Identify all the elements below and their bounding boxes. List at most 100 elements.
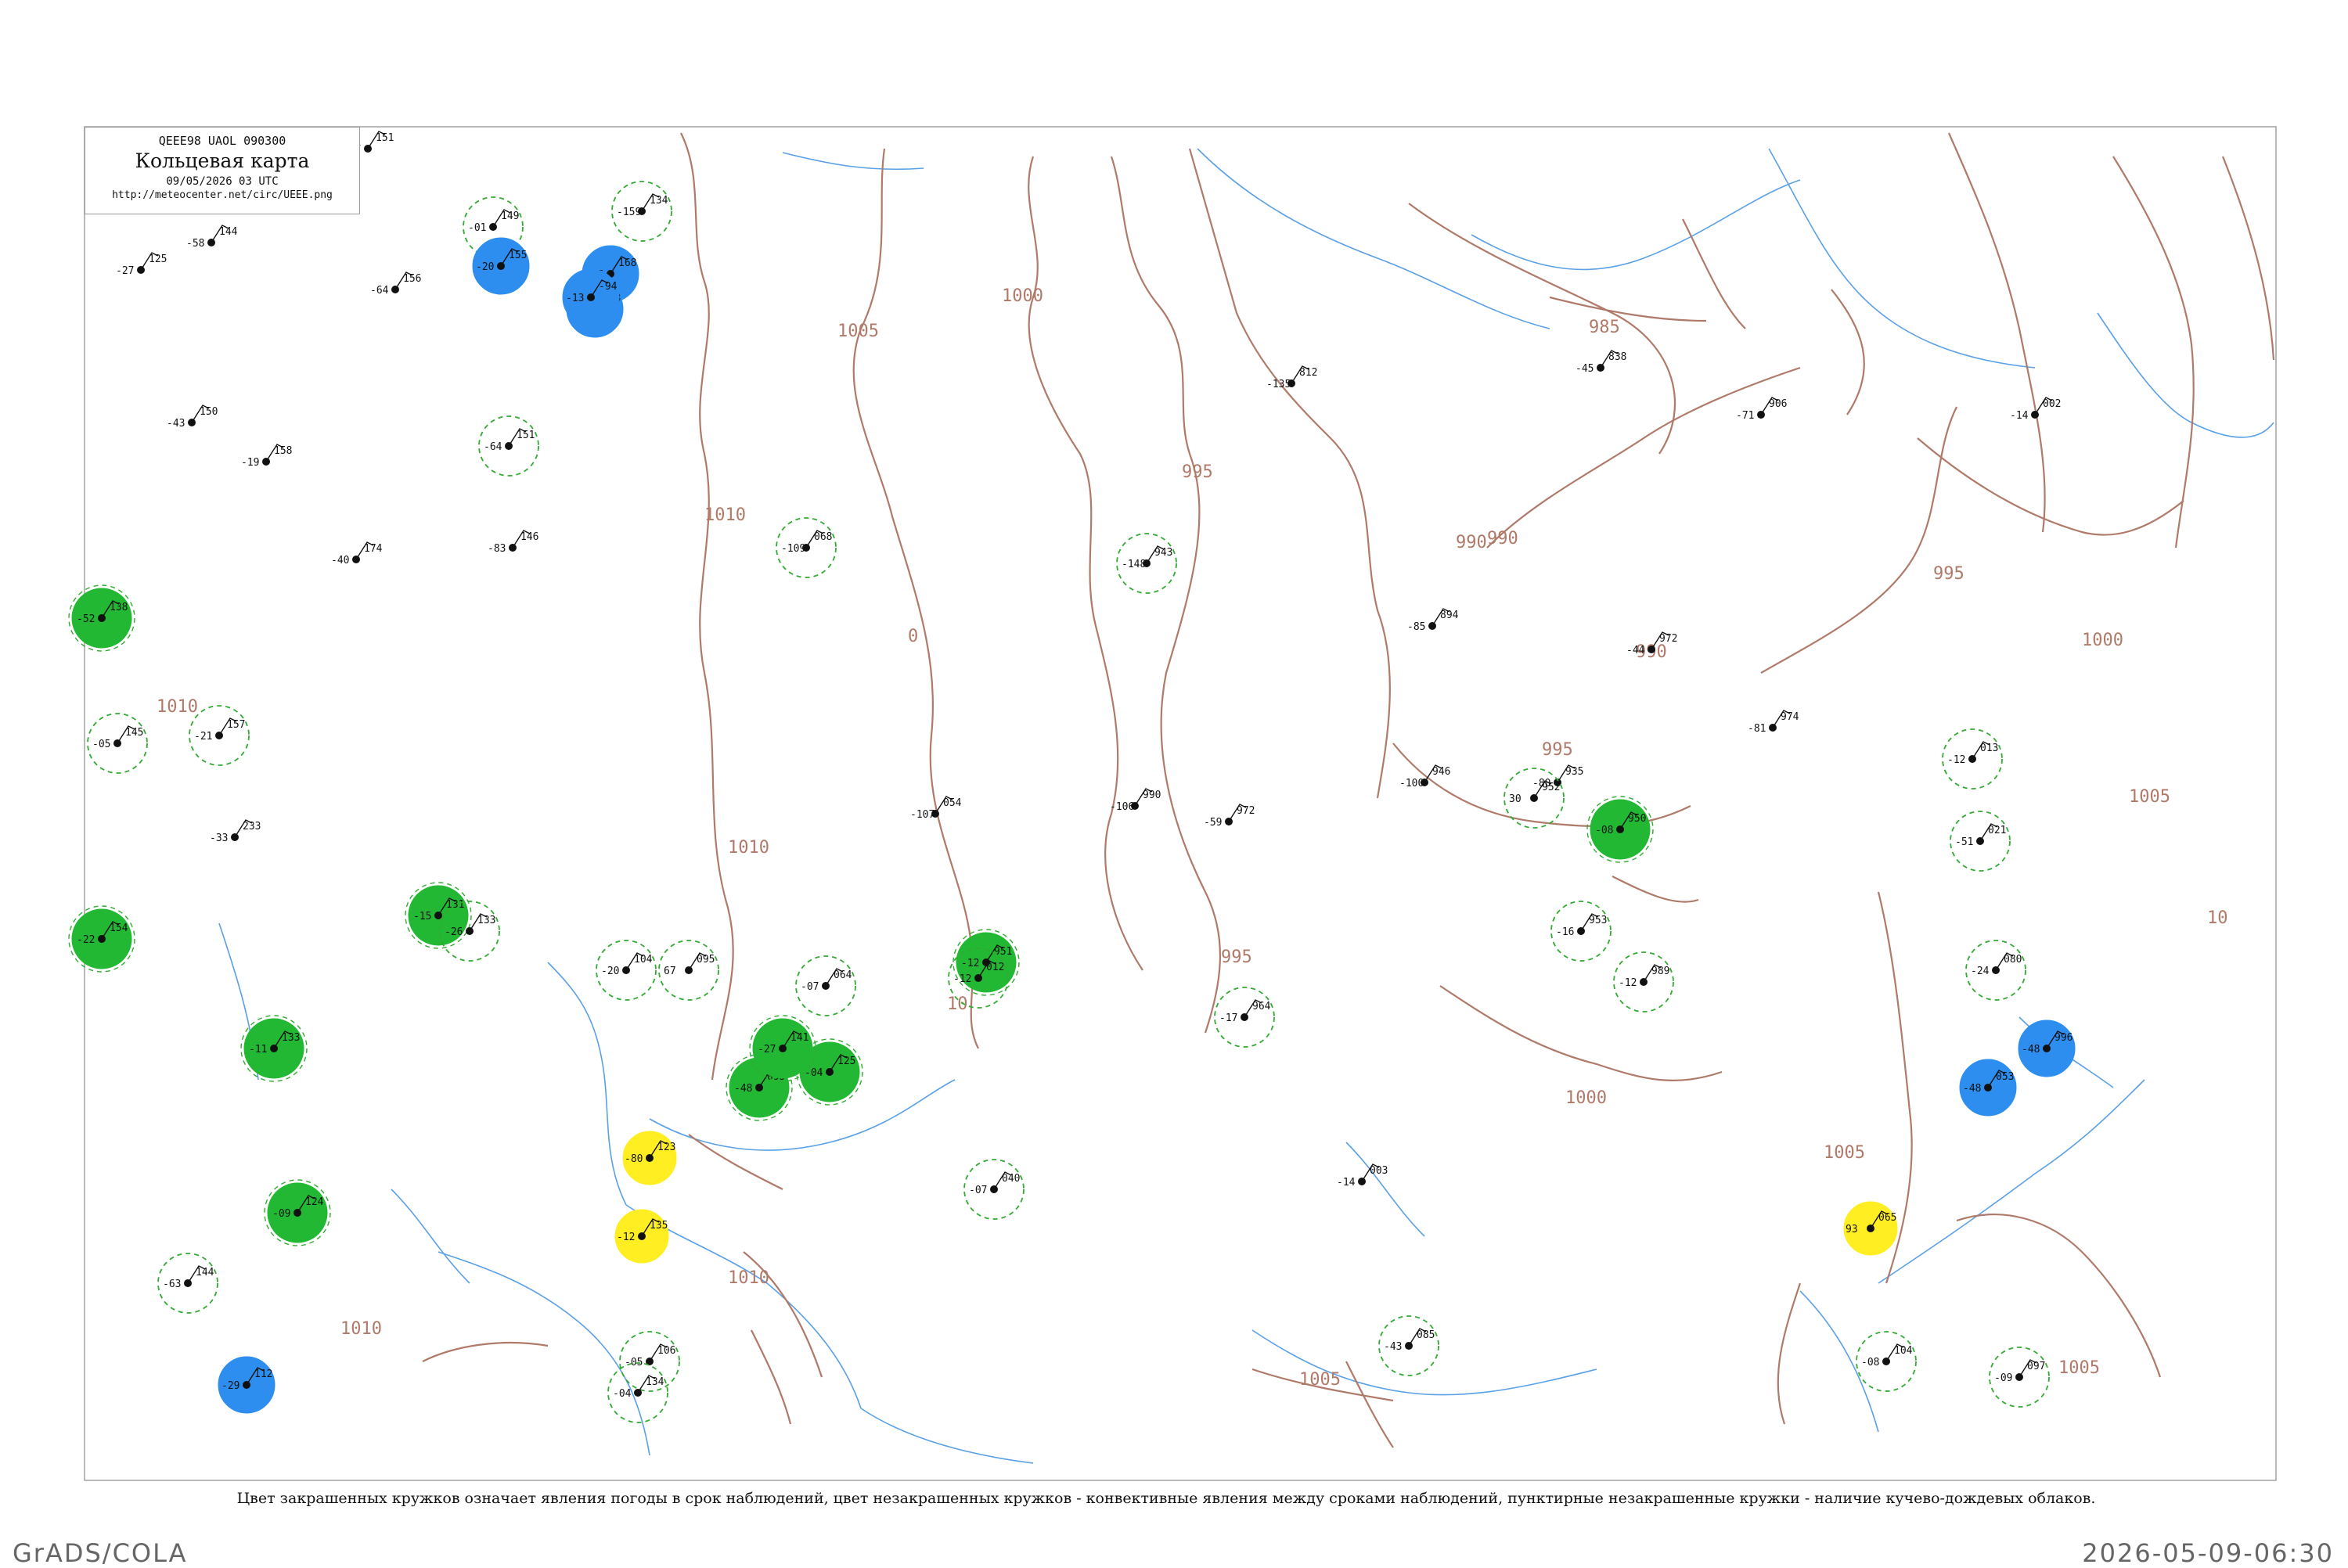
station-cb: 013 -12 [1942,728,2003,789]
station-pressure: 174 [364,543,383,555]
station-temperature: -13 [566,293,584,304]
station-temperature: 30 [1509,793,1522,805]
isobar-label: 1010 [728,838,769,858]
station-plain: 812 -135 [1266,365,1317,390]
station-temperature: -11 [249,1044,267,1056]
station-temperature: -17 [1219,1012,1237,1024]
station-pressure: 158 [274,445,292,457]
station-pressure: 953 [1589,915,1607,926]
station-pressure: 150 [200,406,218,418]
station-plain: 946 -100 [1399,764,1450,789]
station-pressure: 141 [790,1032,808,1044]
footer-timestamp: 2026-05-09-06:30 [2082,1538,2334,1568]
station-temperature: -52 [77,613,95,625]
station-pressure: 935 [1565,766,1583,778]
station-rain: 950 -08 [1586,796,1654,863]
station-rain: 124 -09 [264,1179,331,1246]
station-pressure: 135 [650,1220,668,1232]
station-plain: 144 -58 [186,225,238,250]
map-legend: QEEE98 UAOL 090300 Кольцевая карта 09/05… [85,127,360,214]
station-plain: 146 -83 [488,530,538,555]
station-rain: 131-15 [405,882,472,949]
footer-software: GrADS/COLA [13,1538,188,1568]
station-pressure: 003 [1370,1165,1388,1177]
isobar-label: 1005 [2129,787,2170,807]
station-plain: 838 -45 [1576,350,1626,375]
station-pressure: 065 [1878,1212,1896,1224]
station-plain: 150 -43 [167,405,218,430]
station-temperature: 67 [664,966,676,977]
station-temperature: -159 [617,207,641,218]
isobar-labels: 1005 1000 995 990 985 1010 0 1010 990 99… [157,286,2228,1390]
station-pressure: 064 [834,969,852,981]
station-temperature: -05 [92,739,110,750]
station-temperature: -64 [370,285,389,297]
station-cb: 021 -51 [1950,811,2011,872]
station-pressure: 095 [697,954,715,966]
station-plain: 156 -64 [370,272,421,297]
station-pressure: 133 [282,1032,300,1044]
station-pressure: 104 [1894,1345,1913,1357]
station-pressure: 124 [305,1196,324,1208]
station-temperature: -20 [601,966,619,977]
legend-date: 09/05/2026 03 UTC [166,175,279,188]
station-temperature: -100 [1399,778,1424,789]
station-pressure: 134 [650,195,668,207]
isobar-label: 1005 [1299,1370,1341,1390]
station-temperature: -21 [194,731,212,743]
station-temperature: -12 [953,973,971,985]
isobar-label: 1005 [837,322,879,341]
isobar-label: 1010 [157,697,198,717]
station-temperature: -01 [468,222,486,234]
station-cb: 151 -64 [478,415,539,477]
station-temperature: -148 [1122,559,1146,570]
isobar-label: 995 [1221,948,1252,967]
station-pressure: 972 [1237,805,1255,817]
station-snow: 996 -48 [2018,1020,2076,1077]
station-pressure: 233 [243,821,261,833]
station-pressure: 155 [509,250,527,261]
station-pressure: 040 [1002,1173,1020,1185]
station-plain: 974 -81 [1748,710,1799,735]
legend-title: Кольцевая карта [135,149,310,172]
station-pressure: 144 [196,1267,214,1278]
station-cb: 134 -04 [607,1362,668,1423]
station-rain: 133 -11 [240,1015,308,1082]
station-temperature: -83 [488,543,506,555]
station-plain: 233 -33 [210,819,261,844]
station-temperature: -24 [1971,966,1990,977]
station-fog: 123 -80 [622,1131,677,1185]
station-cb: 989 -12 [1613,951,1674,1012]
station-pressure: 125 [837,1056,855,1067]
station-snow: 155 -20 [472,237,530,295]
station-temperature: -29 [221,1380,239,1392]
station-plain: 003 -14 [1337,1163,1388,1189]
station-cb: 080 -24 [1965,940,2026,1001]
station-temperature: -15 [413,911,431,922]
isobar-label: 985 [1589,318,1620,337]
station-pressure: 104 [634,954,653,966]
legend-url: http://meteocenter.net/circ/UEEE.png [112,189,333,201]
station-temperature: -59 [1204,817,1222,829]
station-pressure: 053 [1996,1071,2014,1083]
isobar-label: 1010 [728,1268,769,1288]
station-pressure: 951 [994,946,1012,958]
station-plain: 990 -106 [1110,788,1161,813]
station-pressure: 950 [1628,813,1646,825]
station-pressure: 972 [1659,633,1677,645]
station-pressure: 002 [2043,398,2061,410]
station-temperature: -58 [186,238,204,250]
station-pressure: 112 [254,1368,272,1380]
station-temperature: -51 [1955,836,1973,848]
station-pressure: 106 [657,1345,675,1357]
station-pressure: 156 [403,273,421,285]
station-cb: 964 -17 [1214,987,1275,1048]
station-temperature: -16 [1556,926,1574,938]
station-snow: -94 -13 [562,268,620,326]
station-snow: 112 -29 [218,1356,275,1414]
station-temperature: -109 [781,543,805,555]
station-temperature: 93 [1846,1224,1858,1235]
station-temperature: -43 [167,418,185,430]
station-pressure: 013 [1980,743,1998,754]
station-fog: 135 -12 [614,1209,669,1264]
